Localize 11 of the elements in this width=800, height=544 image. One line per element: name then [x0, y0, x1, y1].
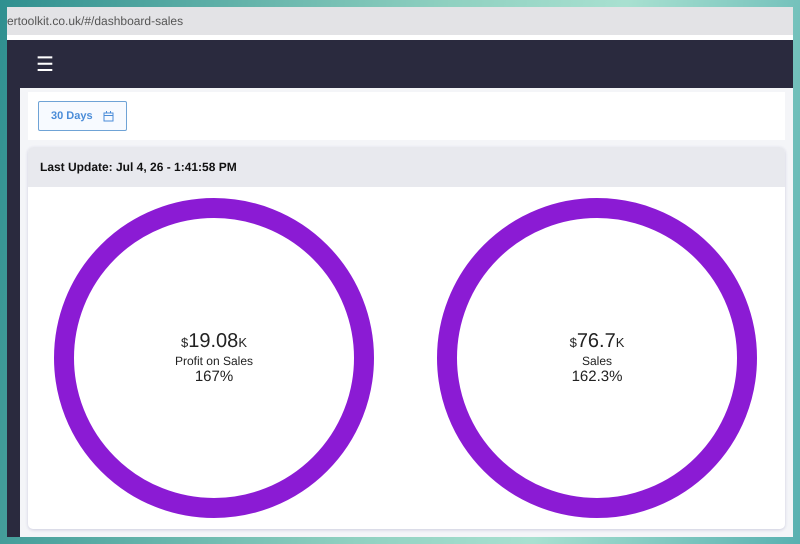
gauge-value: $76.7K	[570, 330, 624, 354]
address-url[interactable]: ertoolkit.co.uk/#/dashboard-sales	[7, 14, 184, 28]
date-range-button[interactable]: 30 Days	[38, 101, 127, 131]
last-update-text: Last Update: Jul 4, 26 - 1:41:58 PM	[40, 160, 237, 174]
menu-button[interactable]: ☰	[34, 52, 56, 76]
gauge-percent: 162.3%	[572, 368, 622, 386]
gauge-label: Sales	[582, 354, 612, 368]
calendar-icon	[102, 110, 114, 122]
gauge-percent: 167%	[194, 368, 234, 386]
gauge-label: Profit on Sales	[174, 354, 254, 368]
gauge-value: $19.08K	[181, 330, 247, 354]
